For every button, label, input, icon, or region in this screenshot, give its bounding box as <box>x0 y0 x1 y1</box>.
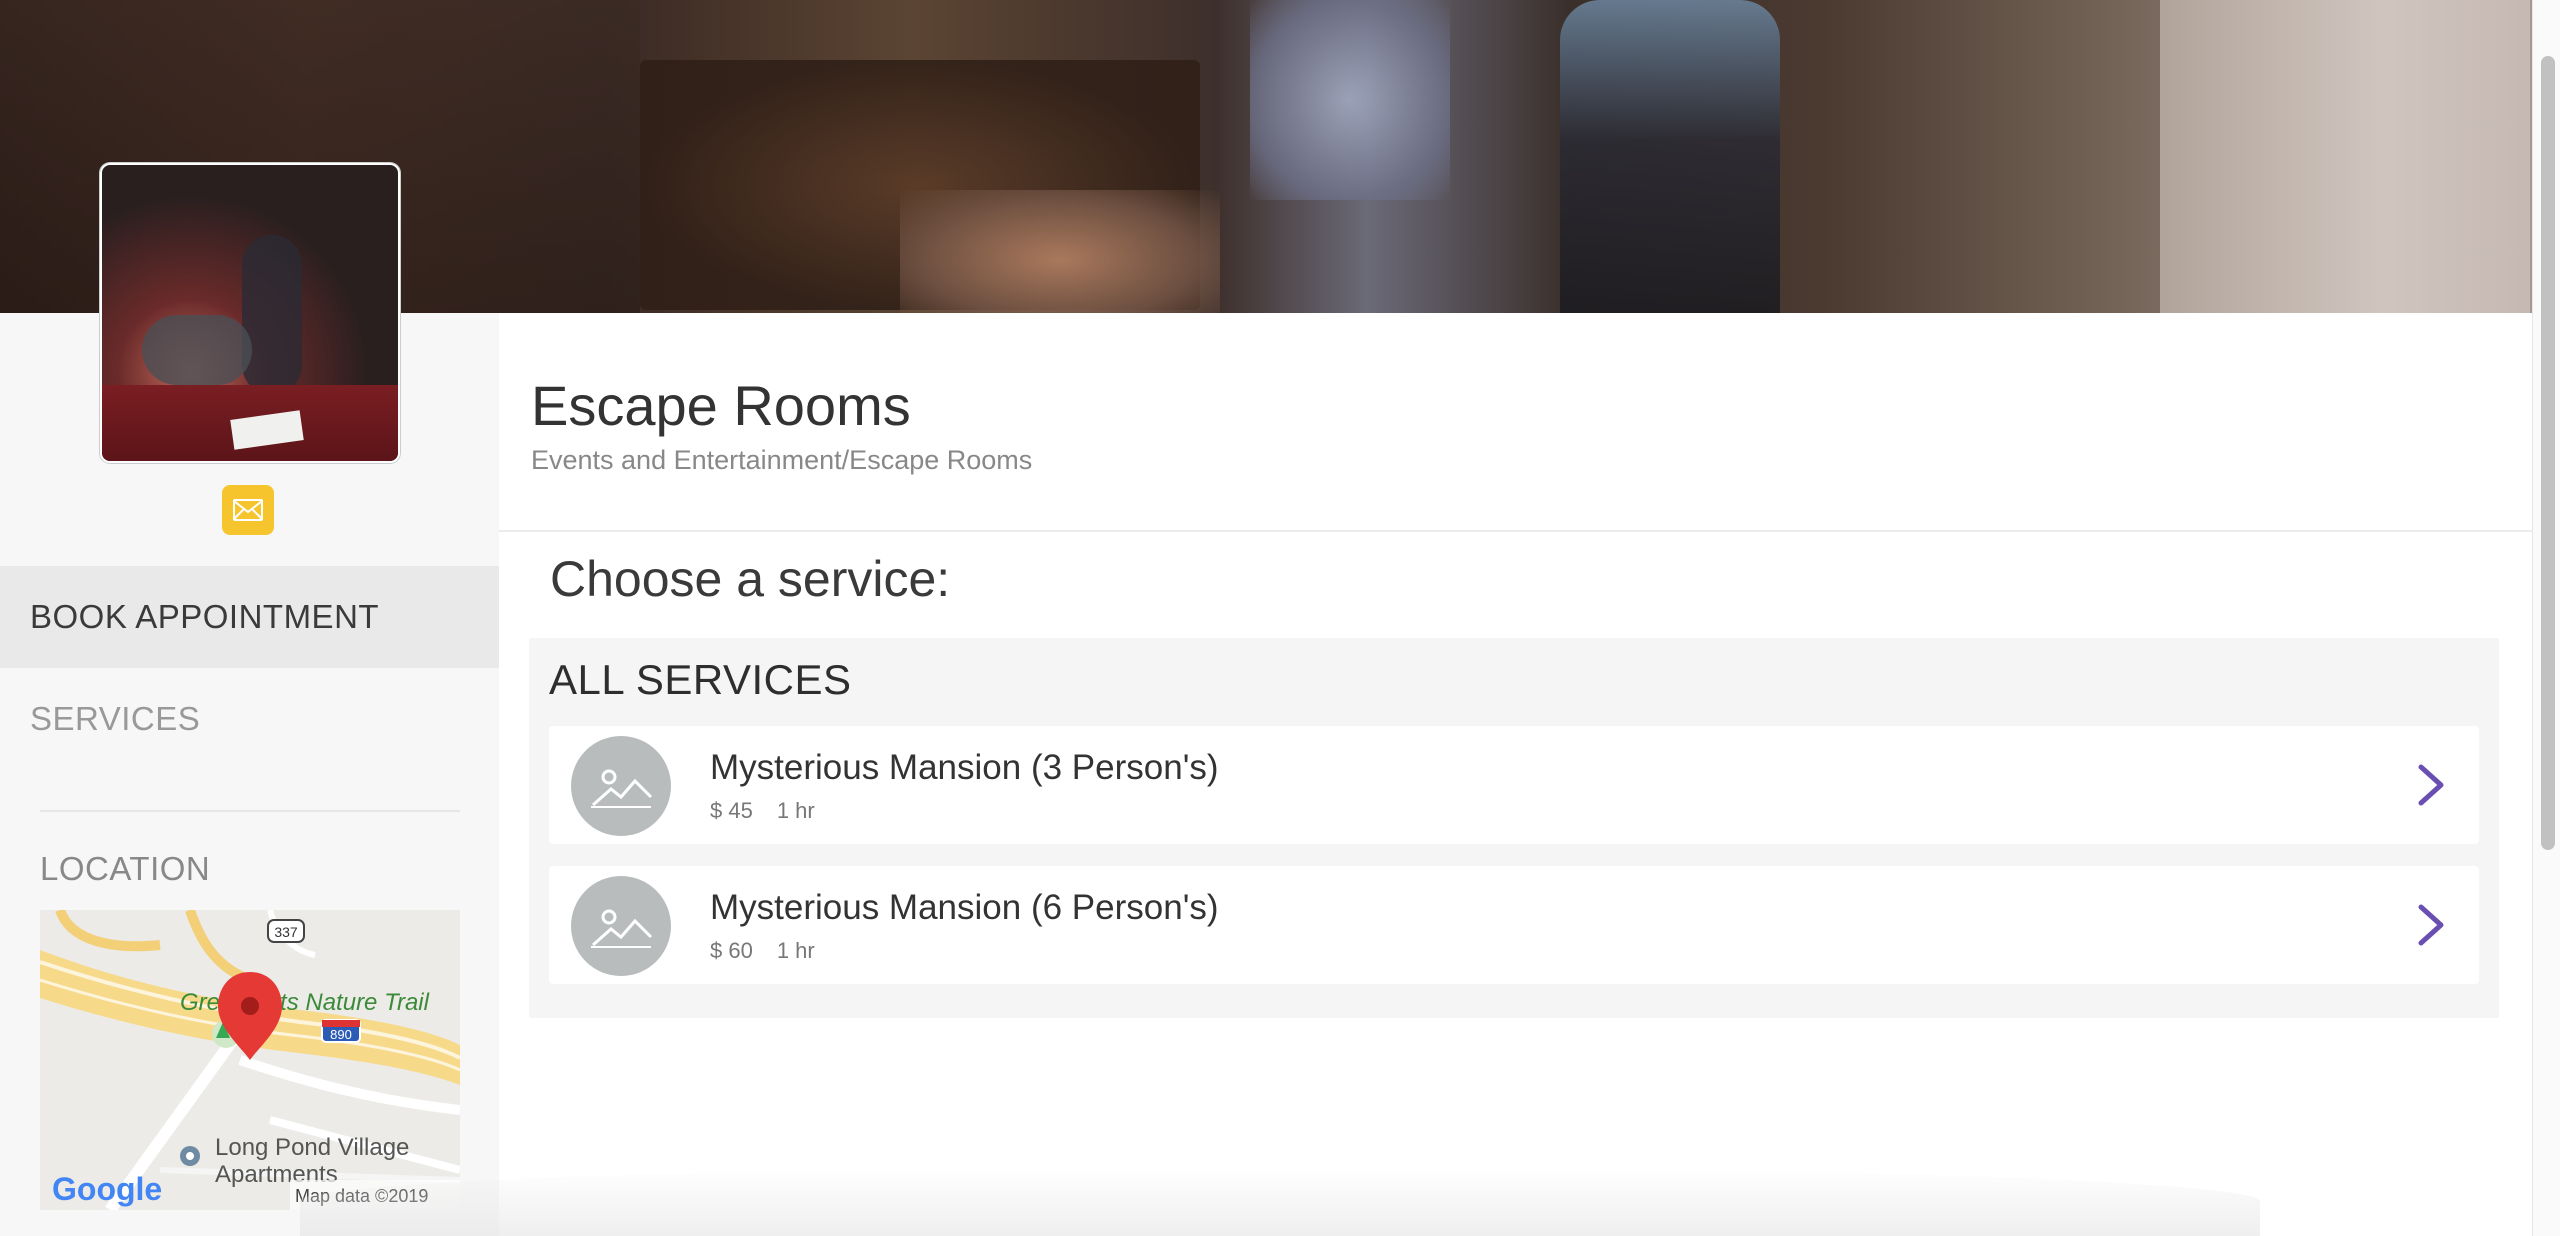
svg-text:337: 337 <box>274 924 298 940</box>
image-placeholder-icon <box>571 736 671 836</box>
google-logo: Google <box>52 1171 162 1207</box>
location-heading: LOCATION <box>40 850 211 887</box>
image-placeholder-icon <box>571 876 671 976</box>
chevron-right-icon[interactable] <box>2411 900 2451 950</box>
vertical-scrollbar[interactable] <box>2532 0 2560 1236</box>
choose-service-heading: Choose a service: <box>550 551 951 607</box>
category-breadcrumb: Events and Entertainment/Escape Rooms <box>531 445 1033 475</box>
apartments-label-line1: Long Pond Village <box>215 1134 409 1161</box>
header-divider <box>499 530 2532 532</box>
nav-item-label: BOOK APPOINTMENT <box>30 598 380 635</box>
service-price: $ 45 <box>710 798 753 823</box>
service-meta: $ 45 1 hr <box>710 798 815 824</box>
page: BOOK APPOINTMENT SERVICES LOCATION 337 8… <box>0 0 2560 1236</box>
nav-item-services[interactable]: SERVICES <box>0 668 499 770</box>
route-337-shield: 337 <box>267 919 305 943</box>
chevron-right-icon[interactable] <box>2411 760 2451 810</box>
service-name: Mysterious Mansion (6 Person's) <box>710 888 1219 927</box>
nav-item-book-appointment[interactable]: BOOK APPOINTMENT <box>0 566 499 668</box>
service-item[interactable]: Mysterious Mansion (6 Person's) $ 60 1 hr <box>549 866 2479 984</box>
service-name: Mysterious Mansion (3 Person's) <box>710 748 1219 787</box>
location-map[interactable]: 337 890 Great Flats Nature Trail Long Po… <box>40 910 460 1210</box>
nav-item-label: SERVICES <box>30 700 201 737</box>
main-content: Escape Rooms Events and Entertainment/Es… <box>499 313 2532 1236</box>
route-890-shield: 890 <box>321 1019 361 1043</box>
page-title: Escape Rooms <box>531 374 911 437</box>
trail-label: Great Flats Nature Trail <box>180 989 430 1016</box>
sidebar-divider <box>40 810 460 812</box>
map-graphic: 337 890 Great Flats Nature Trail Long Po… <box>40 910 460 1210</box>
scrollbar-thumb[interactable] <box>2541 56 2555 850</box>
service-item[interactable]: Mysterious Mansion (3 Person's) $ 45 1 hr <box>549 726 2479 844</box>
sidebar-nav: BOOK APPOINTMENT SERVICES <box>0 566 499 770</box>
all-services-heading: ALL SERVICES <box>549 656 852 703</box>
profile-photo <box>100 163 400 463</box>
service-duration: 1 hr <box>776 798 815 823</box>
map-attribution: Map data ©2019 <box>295 1186 428 1206</box>
service-price: $ 60 <box>710 938 753 963</box>
envelope-icon <box>233 499 263 521</box>
email-button[interactable] <box>222 485 274 535</box>
service-meta: $ 60 1 hr <box>710 938 815 964</box>
service-duration: 1 hr <box>776 938 815 963</box>
services-panel: ALL SERVICES Mysterious Mansion (3 Perso… <box>529 638 2499 1018</box>
svg-text:890: 890 <box>330 1027 352 1042</box>
